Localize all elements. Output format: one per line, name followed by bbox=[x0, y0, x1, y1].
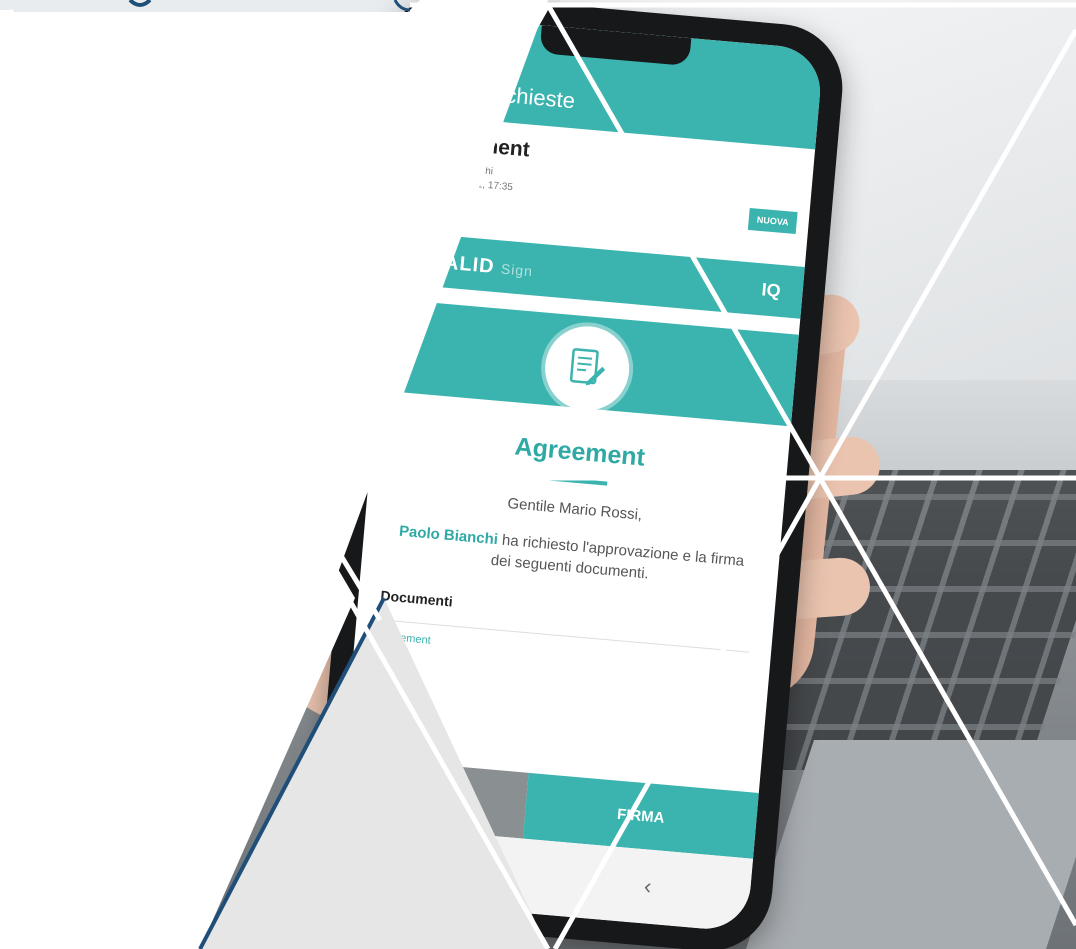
brand-suffix: Sign bbox=[500, 260, 534, 280]
square-icon[interactable]: □ bbox=[433, 855, 448, 882]
checkmark-icon: ✓ bbox=[409, 245, 431, 273]
requester-name: Paolo Bianchi bbox=[398, 522, 499, 549]
document-sign-icon-svg bbox=[569, 348, 606, 386]
document-item[interactable]: Agreement bbox=[376, 630, 748, 674]
valid-sign-logo: ✓VALID Sign bbox=[409, 246, 534, 283]
left-panel-edge bbox=[0, 140, 16, 740]
document-heading: Agreement bbox=[513, 432, 647, 472]
new-badge: NUOVA bbox=[747, 207, 798, 235]
documents-label: Documenti bbox=[379, 587, 454, 610]
document-sign-icon bbox=[541, 322, 633, 414]
iq-logo: IQ bbox=[760, 278, 782, 301]
phone-screen: ← Richieste Agreement da Paolo Bianchi 1… bbox=[332, 13, 824, 933]
heading-underline bbox=[547, 476, 608, 486]
smartphone: ← Richieste Agreement da Paolo Bianchi 1… bbox=[308, 0, 848, 949]
arrow-left-icon[interactable]: ← bbox=[426, 73, 455, 105]
photo-collage: ← Richieste Agreement da Paolo Bianchi 1… bbox=[0, 0, 1076, 949]
app-bar-title: Richieste bbox=[483, 80, 577, 114]
chevron-left-icon[interactable]: ‹ bbox=[643, 873, 652, 900]
brand-name: VALID bbox=[430, 250, 496, 278]
